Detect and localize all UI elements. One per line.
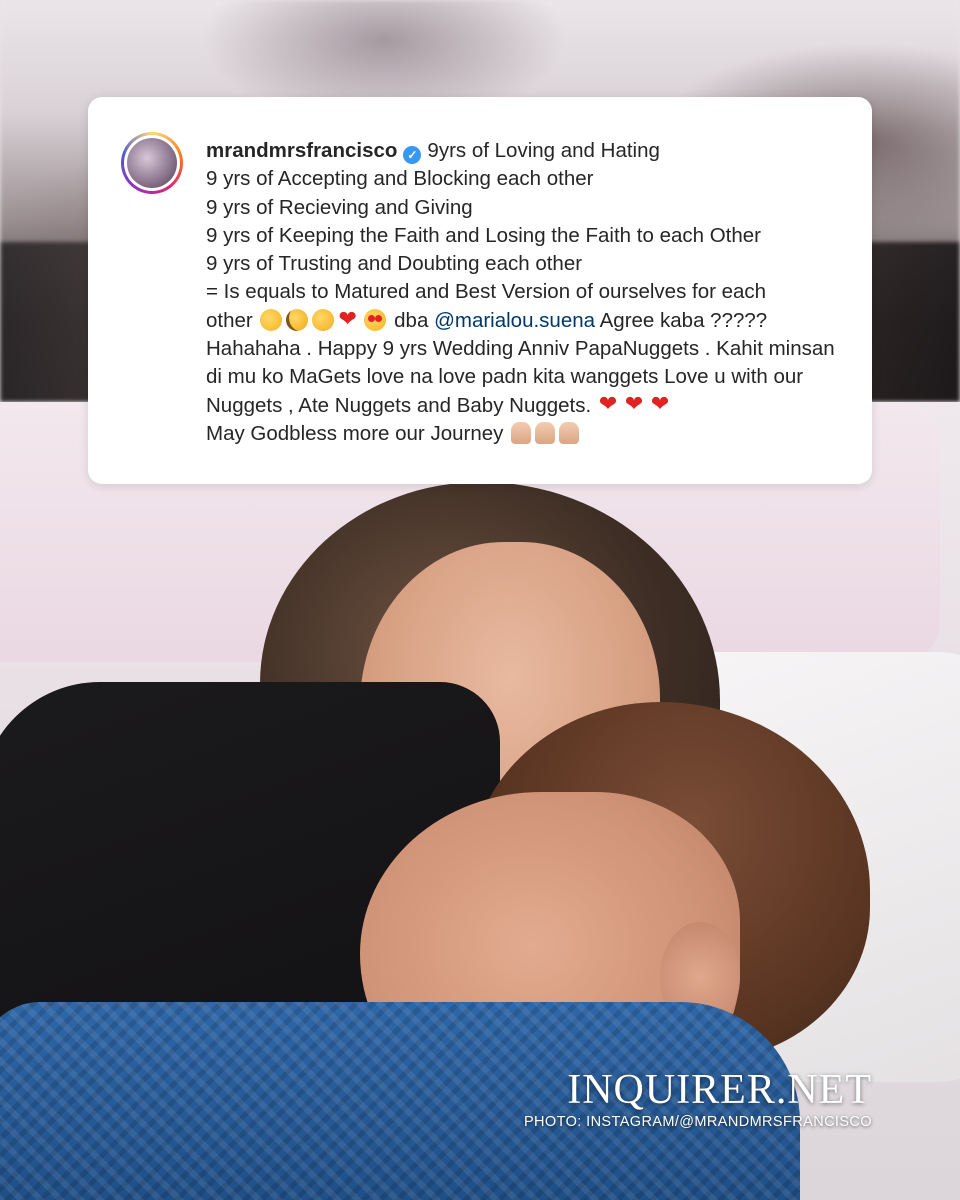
username-link[interactable]: mrandmrsfrancisco xyxy=(206,139,397,162)
heart-eyes-icon xyxy=(364,308,387,331)
caption-line-2: 9 yrs of Accepting and Blocking each oth… xyxy=(206,167,594,191)
caption-line-4: 9 yrs of Keeping the Faith and Losing th… xyxy=(206,223,761,247)
caption-line-7-suffix: Agree kaba ????? xyxy=(599,308,768,332)
red-heart-icon xyxy=(338,309,360,331)
caption-line-1: 9yrs of Loving and Hating xyxy=(427,139,660,162)
folded-hands-icon xyxy=(535,421,556,444)
caption-text: mrandmrsfrancisco ✓ 9yrs of Loving and Hat… xyxy=(206,137,846,448)
mention-link[interactable]: @marialou.suena xyxy=(434,309,595,332)
caption-closing: May Godbless more our Journey xyxy=(206,421,504,445)
folded-hands-icon xyxy=(559,421,580,444)
caption-line-5: 9 yrs of Trusting and Doubting each othe… xyxy=(206,252,583,276)
shushing-face-icon xyxy=(260,308,283,331)
red-heart-icon xyxy=(651,394,673,416)
caption-line-3: 9 yrs of Recieving and Giving xyxy=(206,195,473,219)
caption-line-7-mid: dba xyxy=(394,308,429,332)
avatar-image xyxy=(127,138,177,188)
monocle-face-icon xyxy=(286,308,309,331)
red-heart-icon xyxy=(599,394,621,416)
avatar[interactable] xyxy=(124,135,180,191)
story-ring[interactable] xyxy=(121,132,183,194)
smiling-face-with-hearts-icon xyxy=(312,308,335,331)
inquirer-logo: INQUIRER.NET xyxy=(567,1067,872,1113)
red-heart-icon xyxy=(625,394,647,416)
photo-credit: PHOTO: INSTAGRAM/@MRANDMRSFRANCISCO xyxy=(523,1114,872,1130)
folded-hands-icon xyxy=(511,421,532,444)
caption-line-7-prefix: other xyxy=(206,308,253,332)
instagram-caption-card: mrandmrsfrancisco ✓ 9yrs of Loving and Hat… xyxy=(88,97,872,484)
caption-line-6: = Is equals to Matured and Best Version … xyxy=(206,280,767,304)
verified-badge-icon: ✓ xyxy=(403,146,422,164)
caption-body: Hahahaha . Happy 9 yrs Wedding Anniv Pap… xyxy=(206,337,835,417)
